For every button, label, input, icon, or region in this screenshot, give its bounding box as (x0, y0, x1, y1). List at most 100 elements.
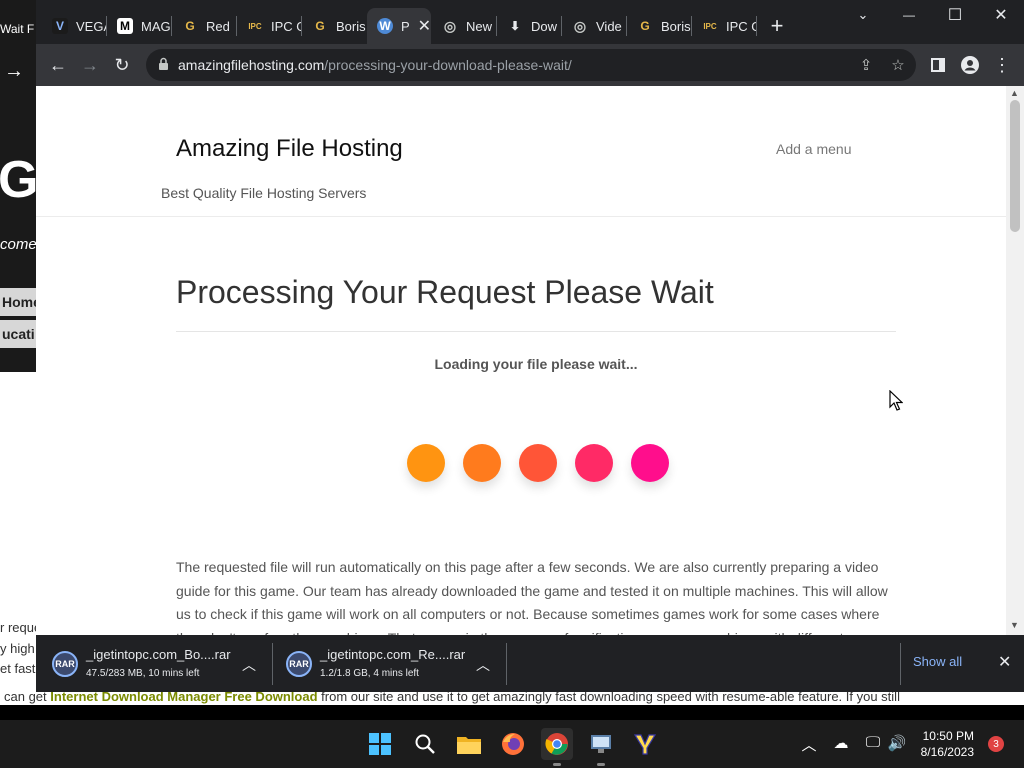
winrar-file-icon: RAR (52, 651, 78, 677)
site-title[interactable]: Amazing File Hosting (176, 135, 403, 163)
app-icon[interactable] (585, 728, 617, 766)
page-content: Amazing File Hosting Best Quality File H… (36, 86, 1006, 635)
tab-search-button[interactable]: ⌄ (840, 0, 886, 30)
title-divider (176, 331, 896, 332)
tab-label: New (466, 18, 493, 34)
loading-message: Loading your file please wait... (434, 356, 638, 372)
close-download-shelf-icon[interactable]: ✕ (998, 652, 1011, 672)
tab-active-processing[interactable]: W P ✕ (367, 8, 431, 44)
page-scrollbar[interactable]: ▲ ▼ (1006, 86, 1024, 635)
background-forward-icon[interactable]: → (4, 60, 24, 83)
address-bar[interactable]: amazingfilehosting.com/processing-your-d… (146, 49, 916, 81)
loading-dot (463, 444, 501, 482)
add-menu-link[interactable]: Add a menu (776, 141, 852, 157)
header-divider (36, 216, 1006, 217)
chrome-icon[interactable] (541, 728, 573, 766)
scroll-thumb[interactable] (1010, 100, 1020, 232)
body-paragraph: The requested file will run automaticall… (176, 559, 888, 635)
tab-vegamovies[interactable]: V VEGA (42, 8, 106, 44)
background-window: Wait F → G come Home ucati r reque y hig… (0, 0, 40, 705)
url-host: amazingfilehosting.com (178, 57, 325, 73)
notification-badge[interactable]: 3 (988, 736, 1004, 752)
download-icon: ⬇ (509, 19, 521, 33)
background-tab-label[interactable]: Wait F (0, 22, 34, 36)
idm-link[interactable]: Internet Download Manager Free Download (50, 692, 317, 704)
tab-ipc-games-2[interactable]: IPC IPC G (692, 8, 756, 44)
tab-boris[interactable]: G Boris (302, 8, 366, 44)
tab-new[interactable]: ◎ New (432, 8, 496, 44)
taskbar: ︿ ☁ 🖵 🔊 10:50 PM 8/16/2023 3 (0, 720, 1024, 768)
show-all-downloads-button[interactable]: Show all (913, 654, 962, 669)
browser-toolbar: ← → ↻ amazingfilehosting.com/processing-… (36, 44, 1024, 86)
file-explorer-icon[interactable] (453, 728, 485, 760)
firefox-icon[interactable] (497, 728, 529, 760)
download-item[interactable]: RAR _igetintopc.com_Bo....rar 47.5/283 M… (36, 635, 272, 692)
share-icon[interactable]: ⇪ (856, 55, 876, 75)
chevron-up-icon[interactable]: ︿ (242, 655, 256, 675)
profile-icon[interactable] (956, 51, 984, 79)
background-text-line: et fast (0, 661, 36, 676)
close-tab-icon[interactable]: ✕ (418, 16, 431, 36)
reload-icon[interactable]: ↻ (108, 51, 136, 79)
download-progress-text: 47.5/283 MB, 10 mins left (86, 668, 200, 679)
site-tagline: Best Quality File Hosting Servers (161, 185, 367, 201)
clock-date: 8/16/2023 (920, 745, 974, 759)
url-text[interactable]: amazingfilehosting.com/processing-your-d… (178, 57, 572, 73)
minimize-button[interactable]: — (886, 0, 932, 30)
tab-red[interactable]: G Red (172, 8, 236, 44)
tab-label: Vide (596, 18, 622, 34)
start-icon[interactable] (364, 728, 396, 760)
google-icon: G (640, 19, 650, 33)
system-clock[interactable]: 10:50 PM 8/16/2023 (912, 728, 974, 760)
winrar-file-icon: RAR (286, 651, 312, 677)
running-app-indicator (597, 763, 605, 766)
download-progress-text: 1.2/1.8 GB, 4 mins left (320, 668, 419, 679)
tab-video[interactable]: ◎ Vide (562, 8, 626, 44)
search-icon[interactable] (409, 728, 441, 760)
tab-label: Boris (661, 18, 691, 34)
show-hidden-icons-chevron-icon[interactable]: ︿ (800, 734, 818, 755)
forward-icon[interactable]: → (76, 51, 104, 79)
background-text-line: r reque (0, 620, 40, 635)
lock-icon[interactable] (158, 57, 169, 71)
maximize-button[interactable]: ☐ (932, 0, 978, 30)
wordpress-icon: W (377, 18, 393, 34)
download-item[interactable]: RAR _igetintopc.com_Re....rar 1.2/1.8 GB… (270, 635, 506, 692)
globe-icon: ◎ (573, 17, 587, 34)
url-path: /processing-your-download-please-wait/ (324, 57, 572, 73)
tab-ipc-games[interactable]: IPC IPC G (237, 8, 301, 44)
scroll-up-arrow-icon[interactable]: ▲ (1010, 88, 1019, 98)
background-text-line: can get Internet Download Manager Free D… (4, 692, 900, 704)
google-icon: G (315, 19, 325, 33)
back-icon[interactable]: ← (44, 51, 72, 79)
network-icon[interactable]: 🖵 (862, 734, 884, 751)
download-shelf: RAR _igetintopc.com_Bo....rar 47.5/283 M… (36, 635, 1024, 692)
browser-window: V VEGA M MAG G Red IPC IPC G G Boris W P… (36, 0, 1024, 692)
close-window-button[interactable]: ✕ (978, 0, 1024, 30)
new-tab-button[interactable]: + (754, 8, 800, 44)
active-app-indicator (553, 763, 561, 766)
loading-dot (575, 444, 613, 482)
volume-icon[interactable]: 🔊 (886, 734, 908, 752)
side-panel-icon[interactable] (924, 51, 952, 79)
yandex-icon[interactable] (629, 728, 661, 760)
background-text: can get (4, 692, 47, 704)
loading-dot (631, 444, 669, 482)
background-menu-home[interactable]: Home (0, 288, 40, 316)
background-menu-education[interactable]: ucati (0, 320, 40, 348)
tab-mag[interactable]: M MAG (107, 8, 171, 44)
chevron-up-icon[interactable]: ︿ (476, 655, 490, 675)
menu-kebab-icon[interactable]: ⋮ (988, 51, 1016, 79)
download-filename: _igetintopc.com_Bo....rar (86, 647, 231, 662)
vegamovies-icon: V (52, 18, 68, 34)
tab-download[interactable]: ⬇ Dow (497, 8, 561, 44)
cloud-offline-icon[interactable]: ☁ (830, 734, 852, 752)
tab-label: IPC G (726, 18, 756, 34)
background-text-line: y high (0, 641, 35, 656)
scroll-down-arrow-icon[interactable]: ▼ (1010, 620, 1019, 630)
bookmark-star-icon[interactable]: ☆ (888, 55, 908, 75)
background-text: from our site and use it to get amazingl… (321, 692, 900, 704)
clock-time: 10:50 PM (922, 729, 974, 743)
loading-dot (407, 444, 445, 482)
tab-boris-2[interactable]: G Boris (627, 8, 691, 44)
